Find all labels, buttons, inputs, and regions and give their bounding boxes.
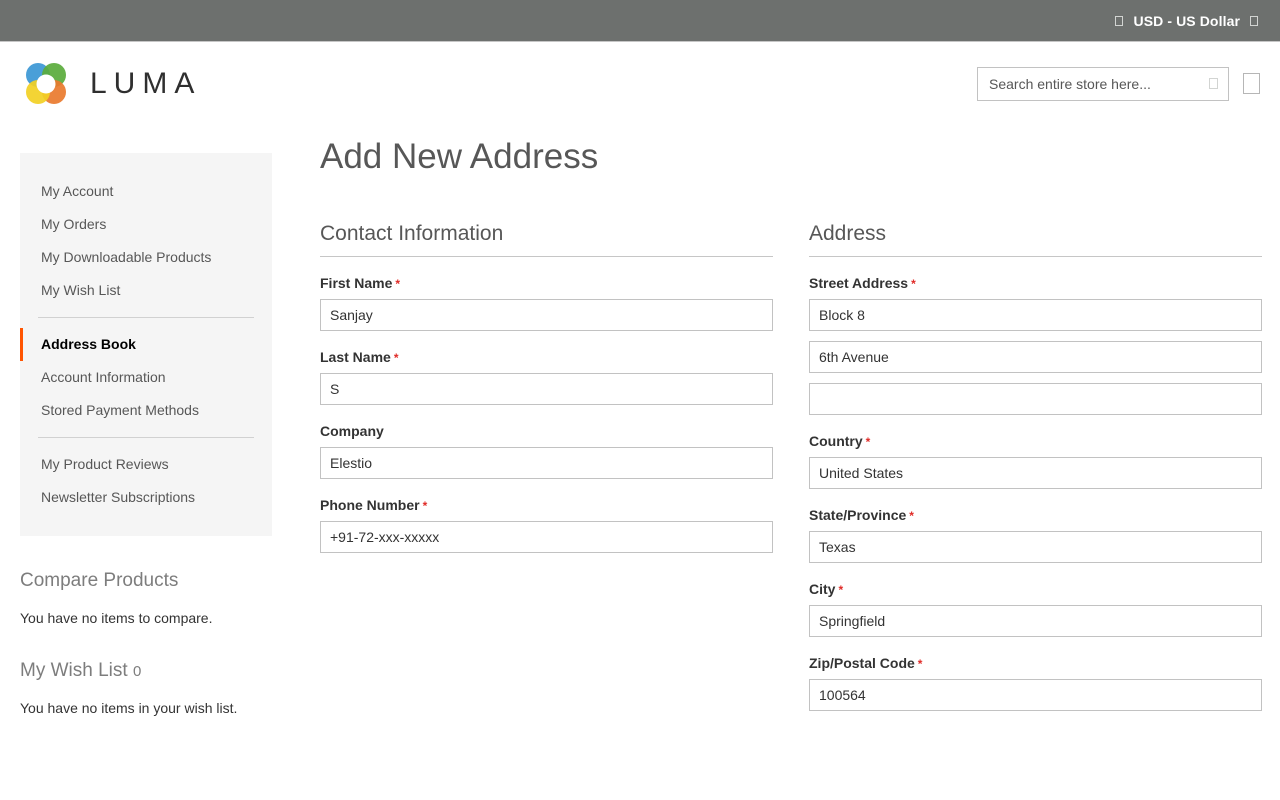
field-phone-number: Phone Number* [320,497,773,553]
logo-text: LUMA [90,67,201,101]
sidebar-item-my-downloadable-products[interactable]: My Downloadable Products [20,241,272,274]
address-fieldset: Address Street Address* Country* [809,222,1262,729]
zip-postal-code-input[interactable] [809,679,1262,711]
account-nav: My Account My Orders My Downloadable Pro… [20,153,272,536]
field-last-name: Last Name* [320,349,773,405]
field-first-name: First Name* [320,275,773,331]
required-asterisk: * [395,277,400,291]
field-city: City* [809,581,1262,637]
wishlist-block: My Wish List 0 You have no items in your… [20,660,272,716]
contact-information-legend: Contact Information [320,222,773,257]
label-city: City* [809,581,1262,597]
logo-link[interactable]: LUMA [20,58,201,110]
street-address-line-2[interactable] [809,341,1262,373]
required-asterisk: * [838,583,843,597]
search-input[interactable] [989,76,1209,92]
sidebar-item-newsletter-subscriptions[interactable]: Newsletter Subscriptions [20,481,272,514]
label-text: Company [320,423,384,439]
label-text: Country [809,433,863,449]
chevron-down-glyph-icon[interactable] [1250,16,1258,26]
label-last-name: Last Name* [320,349,773,365]
field-state-province: State/Province* [809,507,1262,563]
square-glyph-icon [1115,16,1123,26]
required-asterisk: * [394,351,399,365]
compare-products-title: Compare Products [20,570,272,592]
street-address-line-3[interactable] [809,383,1262,415]
main-content: Add New Address Contact Information Firs… [272,125,1262,729]
label-first-name: First Name* [320,275,773,291]
wishlist-count: 0 [133,663,141,680]
address-form: Contact Information First Name* Last Nam… [320,222,1262,729]
field-zip-postal-code: Zip/Postal Code* [809,655,1262,711]
state-province-select[interactable] [809,531,1262,563]
label-street-address: Street Address* [809,275,1262,291]
street-address-line-1[interactable] [809,299,1262,331]
label-company: Company [320,423,773,439]
label-country: Country* [809,433,1262,449]
wishlist-empty: You have no items in your wish list. [20,700,272,716]
contact-information-fieldset: Contact Information First Name* Last Nam… [320,222,773,729]
cart-icon[interactable] [1243,73,1260,94]
search-icon[interactable] [1209,78,1218,89]
sidebar-item-my-account[interactable]: My Account [20,175,272,208]
field-country: Country* [809,433,1262,489]
nav-divider [38,437,254,438]
company-input[interactable] [320,447,773,479]
luma-ring-logo [20,58,72,110]
wishlist-title: My Wish List 0 [20,660,272,682]
sidebar-item-account-information[interactable]: Account Information [20,361,272,394]
label-zip-postal-code: Zip/Postal Code* [809,655,1262,671]
label-text: Phone Number [320,497,420,513]
required-asterisk: * [909,509,914,523]
search-box[interactable] [977,67,1229,101]
city-input[interactable] [809,605,1262,637]
sidebar-item-my-orders[interactable]: My Orders [20,208,272,241]
currency-switcher[interactable]: USD - US Dollar [1115,13,1258,29]
required-asterisk: * [866,435,871,449]
sidebar-item-address-book[interactable]: Address Book [20,328,272,361]
top-panel-bar: USD - US Dollar [0,0,1280,42]
phone-number-input[interactable] [320,521,773,553]
nav-divider [38,317,254,318]
compare-products-empty: You have no items to compare. [20,610,272,626]
label-text: Last Name [320,349,391,365]
address-legend: Address [809,222,1262,257]
label-text: State/Province [809,507,906,523]
header-actions [977,42,1260,125]
page-columns: My Account My Orders My Downloadable Pro… [0,125,1280,729]
sidebar: My Account My Orders My Downloadable Pro… [20,125,272,716]
last-name-input[interactable] [320,373,773,405]
required-asterisk: * [911,277,916,291]
sidebar-item-my-wish-list[interactable]: My Wish List [20,274,272,307]
label-text: First Name [320,275,392,291]
field-street-address: Street Address* [809,275,1262,415]
page-header: LUMA [0,42,1280,125]
label-state-province: State/Province* [809,507,1262,523]
label-text: Street Address [809,275,908,291]
page-title: Add New Address [320,139,1262,174]
required-asterisk: * [423,499,428,513]
wishlist-title-text: My Wish List [20,660,128,681]
country-select[interactable] [809,457,1262,489]
sidebar-item-my-product-reviews[interactable]: My Product Reviews [20,448,272,481]
compare-products-block: Compare Products You have no items to co… [20,570,272,626]
sidebar-item-stored-payment-methods[interactable]: Stored Payment Methods [20,394,272,427]
label-phone-number: Phone Number* [320,497,773,513]
label-text: City [809,581,835,597]
label-text: Zip/Postal Code [809,655,915,671]
first-name-input[interactable] [320,299,773,331]
currency-label: USD - US Dollar [1133,13,1240,29]
field-company: Company [320,423,773,479]
required-asterisk: * [918,657,923,671]
